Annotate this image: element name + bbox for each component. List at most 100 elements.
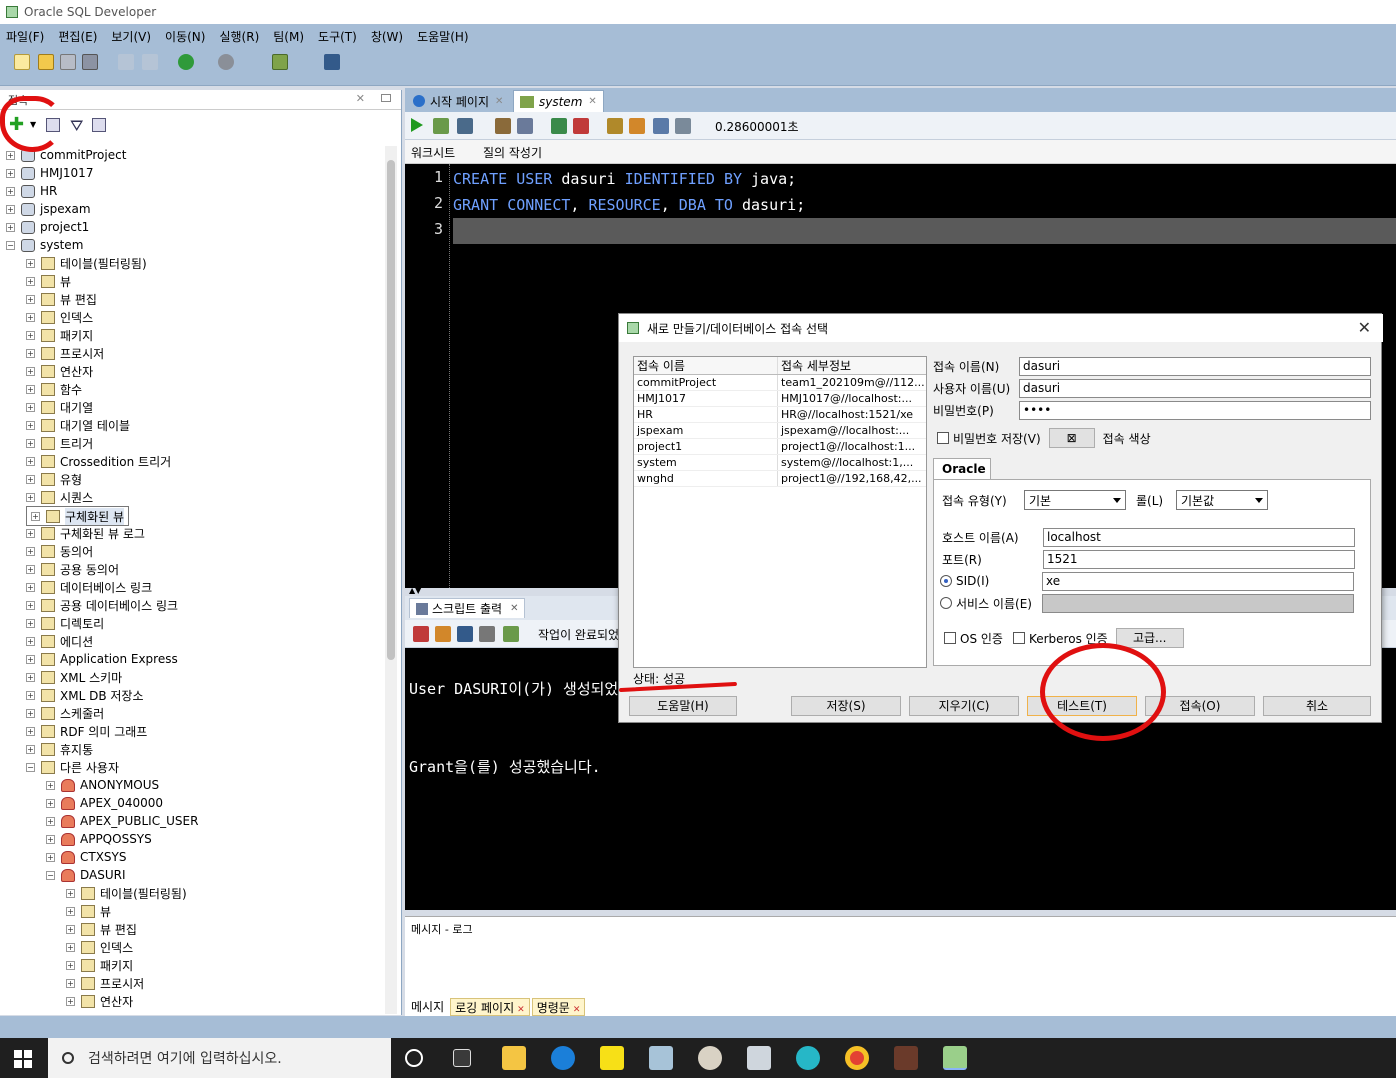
expand-icon[interactable]: + [26,258,35,268]
connection-row[interactable]: wnghd project1@//192,168,42,... [634,471,926,487]
connection-row[interactable]: HR HR@//localhost:1521/xe [634,407,926,423]
expand-icon[interactable]: + [26,618,35,628]
save-password-checkbox[interactable] [937,432,949,444]
close-icon[interactable]: ✕ [1358,318,1371,337]
code-line[interactable]: CREATE USER dasuri IDENTIFIED BY java; [453,166,796,192]
find-db-object-icon[interactable] [324,54,340,70]
advanced-button[interactable]: 고급... [1115,628,1184,648]
sql-worksheet-icon[interactable] [272,54,288,70]
expand-icon[interactable]: + [6,222,15,232]
tree-node[interactable]: + XML DB 저장소 [26,686,143,704]
connection-row[interactable]: commitProject team1_202109m@//112... [634,375,926,391]
teamviewer-icon[interactable] [551,1046,575,1070]
back-icon[interactable] [178,54,194,70]
tab-logging-page[interactable]: 로깅 페이지 ✕ [450,998,530,1016]
connection-color-button[interactable]: ⊠ [1048,428,1095,448]
close-icon[interactable]: ✕ [588,96,596,107]
expand-icon[interactable]: + [26,438,35,448]
run-statement-icon[interactable] [411,118,423,132]
os-auth-checkbox[interactable] [944,632,956,644]
tree-node[interactable]: + 프로시저 [66,974,144,992]
menu-team[interactable]: 팀(M) [273,28,304,45]
expand-icon[interactable]: + [26,690,35,700]
password-input[interactable]: •••• [1019,400,1371,420]
snipping-tool-icon[interactable] [796,1046,820,1070]
paint-icon[interactable] [698,1046,722,1070]
explain-plan-icon[interactable] [495,118,511,134]
expand-icon[interactable]: + [46,798,55,808]
expand-icon[interactable]: + [6,150,15,160]
tree-node[interactable]: + RDF 의미 그래프 [26,722,147,740]
expand-icon[interactable]: + [26,474,35,484]
close-icon[interactable]: ✕ [356,92,365,105]
tree-node[interactable]: + 뷰 [66,902,111,920]
file-explorer-icon[interactable] [502,1046,526,1070]
expand-icon[interactable]: + [6,168,15,178]
run-script-icon[interactable] [433,118,449,134]
col-connection-details[interactable]: 접속 세부정보 [778,357,926,374]
eraser-icon[interactable] [435,626,451,642]
history-icon[interactable] [653,118,669,134]
scrollbar-thumb[interactable] [387,160,395,660]
expand-icon[interactable]: + [26,312,35,322]
format-icon[interactable] [675,118,691,134]
sid-radio[interactable] [940,575,952,587]
windows-start-icon[interactable] [14,1050,32,1068]
tree-node[interactable]: + 공용 동의어 [26,560,119,578]
tab-query-builder[interactable]: 질의 작성기 [483,144,542,161]
expand-icon[interactable]: + [66,924,75,934]
expand-icon[interactable]: + [26,600,35,610]
expand-icon[interactable]: + [66,996,75,1006]
tree-node[interactable]: + 공용 데이터베이스 링크 [26,596,178,614]
tree-node[interactable]: + ANONYMOUS [46,776,159,794]
connection-row[interactable]: jspexam jspexam@//localhost:... [634,423,926,439]
expand-icon[interactable]: + [46,780,55,790]
menu-window[interactable]: 창(W) [371,28,403,45]
expand-icon[interactable]: + [26,528,35,538]
tree-scrollbar[interactable] [385,146,397,1014]
tree-node[interactable]: + 함수 [26,380,82,398]
tree-node[interactable]: + 시퀀스 [26,488,93,506]
tree-node[interactable]: + Crossedition 트리거 [26,452,171,470]
help-button[interactable]: 도움말(H) [629,696,737,716]
expand-icon[interactable]: + [26,546,35,556]
tree-node[interactable]: + 테이블(필터링됨) [26,254,147,272]
tree-node[interactable]: − 다른 사용자 [26,758,119,776]
close-icon[interactable]: ✕ [573,1005,581,1015]
expand-icon[interactable]: + [46,816,55,826]
tree-node[interactable]: + 인덱스 [26,308,93,326]
redo-icon[interactable] [142,54,158,70]
sticky-notes-icon[interactable] [600,1046,624,1070]
pin-icon[interactable] [413,626,429,642]
tree-node[interactable]: + 프로시저 [26,344,104,362]
expand-icon[interactable]: + [26,744,35,754]
tree-node[interactable]: + 뷰 편집 [66,920,137,938]
autotrace-icon[interactable] [457,118,473,134]
expand-icon[interactable]: + [26,582,35,592]
expand-icon[interactable]: + [26,564,35,574]
expand-icon[interactable]: + [26,402,35,412]
calculator-icon[interactable] [747,1046,771,1070]
close-icon[interactable]: ✕ [495,96,503,107]
tree-node[interactable]: + 구체화된 뷰 [26,506,130,526]
menu-tools[interactable]: 도구(T) [318,28,357,45]
tree-node[interactable]: + HMJ1017 [6,164,93,182]
tree-node[interactable]: + 휴지통 [26,740,93,758]
forward-icon[interactable] [218,54,234,70]
connection-row[interactable]: project1 project1@//localhost:1... [634,439,926,455]
service-name-input[interactable] [1042,593,1354,613]
expand-icon[interactable]: + [46,834,55,844]
expand-icon[interactable]: + [26,672,35,682]
save-all-icon[interactable] [82,54,98,70]
service-name-radio[interactable] [940,597,952,609]
expand-icon[interactable]: + [26,654,35,664]
col-connection-name[interactable]: 접속 이름 [634,357,778,374]
tree-node[interactable]: + 패키지 [26,326,93,344]
expand-icon[interactable]: + [26,708,35,718]
task-view-icon[interactable] [453,1049,471,1067]
collapse-icon[interactable]: − [26,762,35,772]
tree-node[interactable]: + 테이블(필터링됨) [66,884,187,902]
connection-row[interactable]: system system@//localhost:1,... [634,455,926,471]
sid-input[interactable]: xe [1042,571,1354,591]
menu-help[interactable]: 도움말(H) [417,28,469,45]
